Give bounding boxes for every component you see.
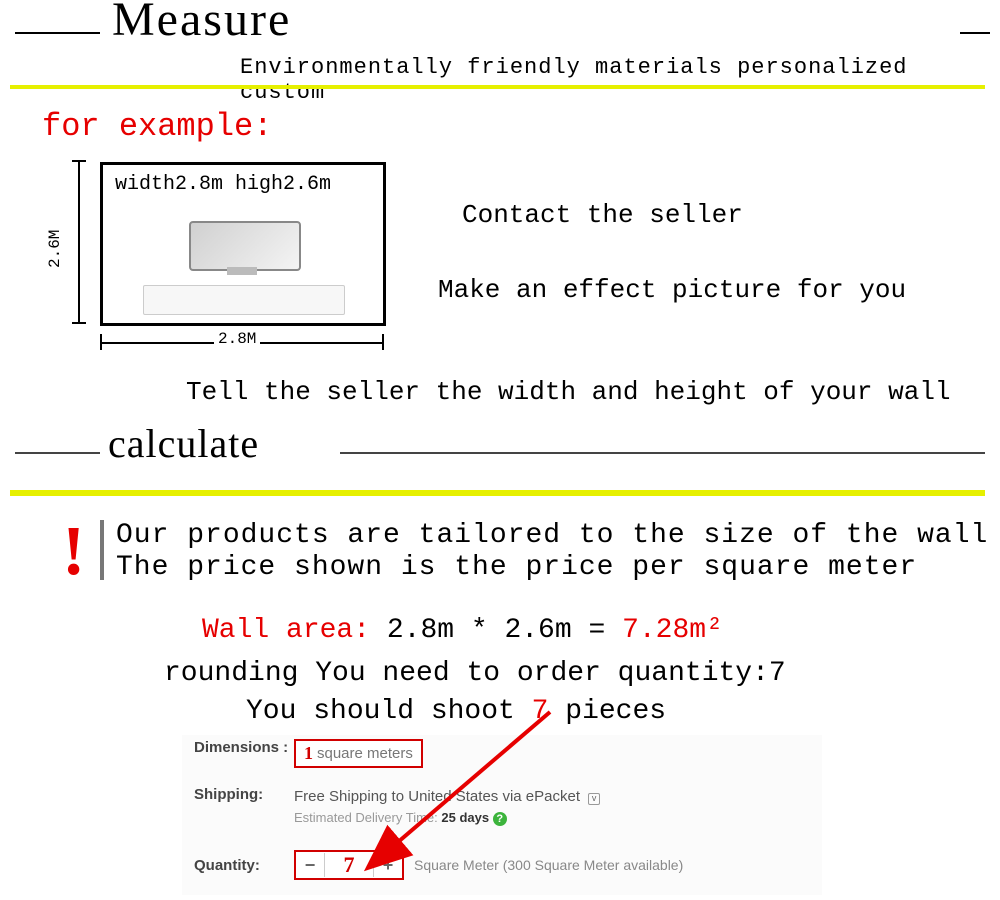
shoot-line: You should shoot 7 pieces (246, 696, 666, 727)
note-divider (100, 520, 104, 580)
wall-diagram: 2.6M width2.8m high2.6m 2.8M (64, 158, 404, 358)
shipping-line: Free Shipping to United States via ePack… (294, 788, 580, 805)
dimensions-label: Dimensions : (194, 739, 294, 756)
exclamation-icon: ! (62, 512, 85, 592)
dimensions-select[interactable]: 1 square meters (294, 739, 423, 768)
tell-seller-text: Tell the seller the width and height of … (186, 377, 951, 407)
note-line-1: Our products are tailored to the size of… (116, 520, 988, 551)
shoot-number: 7 (532, 696, 549, 727)
dim-h-cap-left (100, 334, 102, 350)
wall-area-label: Wall area: (202, 615, 370, 646)
wall-area-calc: 2.8m * 2.6m = (370, 615, 622, 646)
calc-rule-left (15, 452, 100, 454)
rule-left (15, 32, 100, 34)
dim-h-cap-right (382, 334, 384, 350)
order-form: Dimensions : 1 square meters Shipping: F… (182, 735, 822, 895)
wall-area-line: Wall area: 2.8m * 2.6m = 7.28m² (202, 615, 723, 646)
dim-v-cap-bot (72, 322, 86, 324)
tv-console-icon (143, 285, 345, 315)
note-line-2: The price shown is the price per square … (116, 552, 917, 583)
shipping-label: Shipping: (194, 786, 294, 803)
quantity-label: Quantity: (194, 857, 294, 874)
dimensions-unit: square meters (317, 745, 413, 762)
measure-heading: Measure (112, 0, 291, 47)
for-example-label: for example: (42, 108, 272, 145)
wall-box: width2.8m high2.6m (100, 162, 386, 326)
dimensions-value: 1 (304, 743, 313, 764)
dim-v-label: 2.6M (46, 230, 64, 268)
quantity-available: Square Meter (300 Square Meter available… (414, 857, 683, 873)
contact-seller-text: Contact the seller (462, 200, 743, 230)
rounding-line: rounding You need to order quantity:7 (164, 658, 786, 689)
quantity-minus-button[interactable]: − (296, 853, 325, 877)
wall-area-result: 7.28m² (622, 615, 723, 646)
dim-h-label: 2.8M (214, 330, 260, 348)
shoot-post: pieces (548, 696, 666, 727)
effect-picture-text: Make an effect picture for you (438, 275, 906, 305)
yellow-rule-1 (10, 85, 985, 89)
shipping-dropdown-icon[interactable]: v (588, 793, 600, 805)
subheading: Environmentally friendly materials perso… (240, 55, 1000, 105)
quantity-stepper: − 7 + (294, 850, 404, 880)
dim-v-cap-top (72, 160, 86, 162)
shipping-eta-pre: Estimated Delivery Time: (294, 810, 441, 825)
quantity-plus-button[interactable]: + (373, 853, 402, 877)
calculate-heading: calculate (108, 420, 259, 467)
dim-vertical-line (78, 162, 81, 322)
shoot-pre: You should shoot (246, 696, 532, 727)
rule-right (960, 32, 990, 34)
yellow-rule-2 (10, 490, 985, 496)
tv-icon (189, 221, 301, 271)
quantity-value[interactable]: 7 (325, 852, 373, 878)
help-icon[interactable]: ? (493, 812, 507, 826)
tv-stand-icon (227, 267, 257, 275)
calc-rule-right (340, 452, 985, 454)
shipping-eta-days: 25 days (441, 810, 489, 825)
wall-dimensions-label: width2.8m high2.6m (115, 173, 331, 196)
